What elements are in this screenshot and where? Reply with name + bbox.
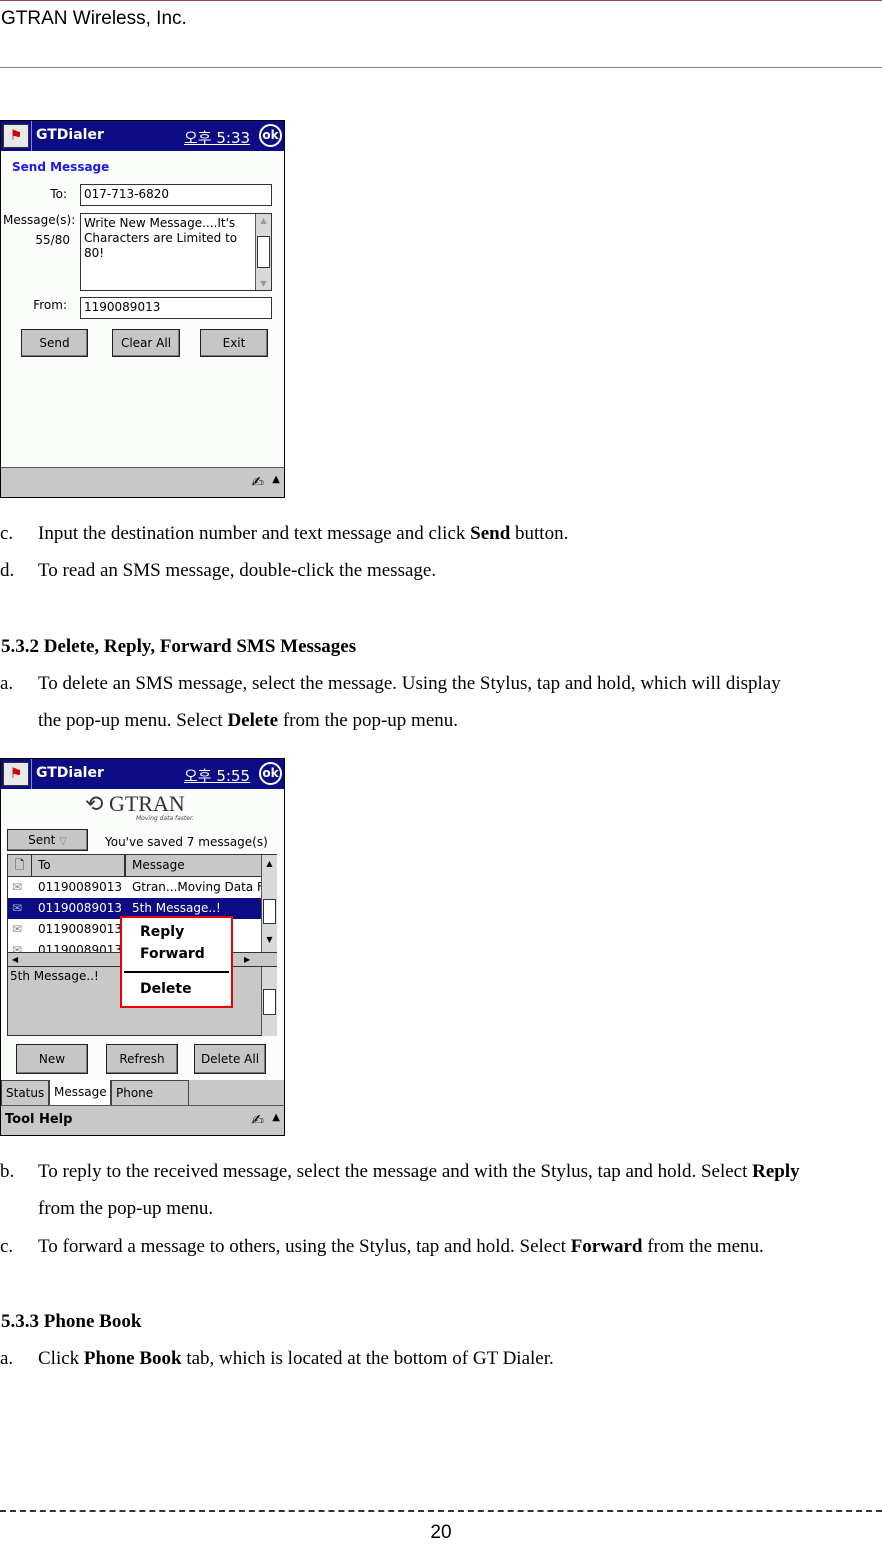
- list-marker: d.: [0, 560, 15, 581]
- clock: 오후 5:55: [184, 767, 251, 785]
- instruction: the pop-up menu. Select Delete from the …: [38, 710, 459, 731]
- preview-scrollbar[interactable]: [261, 967, 277, 1036]
- chevron-down-icon: ▽: [59, 836, 67, 847]
- tab-message[interactable]: Message: [49, 1080, 111, 1106]
- arrow-up-icon[interactable]: ▲: [272, 1112, 280, 1123]
- ok-button[interactable]: ok: [259, 762, 282, 785]
- message-list-screenshot: ⚑ GTDialer 오후 5:55 ok ⟲ GTRAN Moving dat…: [0, 758, 285, 1136]
- gtran-logo: ⟲ GTRAN: [85, 791, 185, 816]
- title-bar: ⚑ GTDialer 오후 5:33 ok: [1, 121, 284, 151]
- context-menu: Reply Forward Delete: [120, 916, 233, 1008]
- menu-tool-help[interactable]: Tool Help: [5, 1112, 72, 1127]
- list-marker: c.: [0, 523, 14, 544]
- to-input[interactable]: 017-713-6820: [80, 184, 272, 206]
- section-heading: 5.3.2 Delete, Reply, Forward SMS Message…: [1, 636, 357, 657]
- list-marker: b.: [0, 1161, 15, 1182]
- message-preview: 5th Message..!: [10, 969, 99, 983]
- list-marker: a.: [0, 1348, 14, 1369]
- envelope-icon: ✉: [12, 880, 23, 894]
- instruction: Input the destination number and text me…: [38, 523, 569, 544]
- from-label: From:: [33, 298, 67, 312]
- input-panel-icon[interactable]: ✍: [251, 473, 264, 491]
- scroll-up-icon[interactable]: ▲: [256, 216, 271, 225]
- exit-button[interactable]: Exit: [200, 329, 268, 357]
- list-marker: a.: [0, 673, 14, 694]
- windows-start-icon[interactable]: ⚑: [3, 124, 29, 148]
- column-header-message[interactable]: Message: [126, 855, 261, 877]
- to-label: To:: [50, 187, 67, 201]
- instruction: To read an SMS message, double-click the…: [38, 560, 437, 581]
- scroll-down-icon[interactable]: ▼: [256, 279, 271, 288]
- envelope-icon: ✉: [12, 943, 23, 952]
- header-rule: [0, 67, 882, 68]
- instruction: from the pop-up menu.: [38, 1198, 214, 1219]
- tab-status[interactable]: Status: [1, 1080, 49, 1106]
- instruction: Click Phone Book tab, which is located a…: [38, 1348, 554, 1369]
- top-border: [0, 0, 882, 1]
- tab-phone-book[interactable]: Phone Book: [111, 1080, 189, 1124]
- message-count: 55/80: [35, 233, 70, 247]
- scroll-down-icon: ▼: [266, 935, 273, 944]
- clock: 오후 5:33: [184, 129, 251, 147]
- send-message-screenshot: ⚑ GTDialer 오후 5:33 ok Send Message To: 0…: [0, 120, 285, 498]
- instruction: To reply to the received message, select…: [38, 1161, 800, 1182]
- menu-bar: Tool Help ✍ ▲: [1, 1105, 284, 1135]
- folder-dropdown[interactable]: Sent ▽: [7, 829, 88, 851]
- app-title: GTDialer: [36, 765, 104, 781]
- new-button[interactable]: New: [16, 1044, 88, 1074]
- instruction: To delete an SMS message, select the mes…: [38, 673, 781, 694]
- section-heading: 5.3.3 Phone Book: [1, 1311, 142, 1332]
- send-button[interactable]: Send: [21, 329, 88, 357]
- delete-all-button[interactable]: Delete All: [194, 1044, 266, 1074]
- from-input[interactable]: 1190089013: [80, 297, 272, 319]
- menu-item-reply[interactable]: Reply: [140, 924, 184, 940]
- refresh-button[interactable]: Refresh: [106, 1044, 178, 1074]
- input-panel-icon[interactable]: ✍: [251, 1111, 264, 1129]
- envelope-icon: ✉: [12, 922, 23, 936]
- footer-rule: [0, 1510, 882, 1512]
- file-icon: 🗋: [8, 855, 32, 877]
- table-row[interactable]: ✉ 01190089013 Gtran...Moving Data F: [8, 877, 261, 898]
- ok-button[interactable]: ok: [259, 124, 282, 147]
- tab-bar: Status Message Phone Book: [1, 1080, 284, 1124]
- scroll-left-icon: ◀: [12, 955, 19, 964]
- menu-item-forward[interactable]: Forward: [140, 946, 205, 962]
- scroll-right-icon: ▶: [244, 955, 251, 964]
- message-scrollbar[interactable]: ▲ ▼: [255, 214, 271, 290]
- logo-tagline: Moving data faster.: [136, 815, 194, 822]
- message-label: Message(s):: [3, 213, 76, 227]
- menu-divider: [124, 971, 229, 973]
- arrow-up-icon[interactable]: ▲: [272, 474, 280, 485]
- running-header: GTRAN Wireless, Inc.: [1, 8, 187, 29]
- column-header-to[interactable]: To: [32, 855, 126, 877]
- windows-start-icon[interactable]: ⚑: [3, 762, 29, 786]
- instruction: To forward a message to others, using th…: [38, 1236, 764, 1257]
- clear-all-button[interactable]: Clear All: [112, 329, 180, 357]
- form-heading: Send Message: [12, 160, 110, 174]
- list-marker: c.: [0, 1236, 14, 1257]
- scroll-up-icon: ▲: [266, 859, 273, 868]
- menu-item-delete[interactable]: Delete: [140, 981, 192, 997]
- envelope-icon: ✉: [12, 901, 23, 915]
- bottom-bar: ✍ ▲: [1, 467, 284, 497]
- saved-count: You've saved 7 message(s): [105, 835, 268, 849]
- title-bar: ⚑ GTDialer 오후 5:55 ok: [1, 759, 284, 789]
- message-textarea[interactable]: Write New Message....It's Characters are…: [80, 213, 272, 291]
- app-title: GTDialer: [36, 127, 104, 143]
- list-scrollbar[interactable]: ▲ ▼: [261, 855, 277, 952]
